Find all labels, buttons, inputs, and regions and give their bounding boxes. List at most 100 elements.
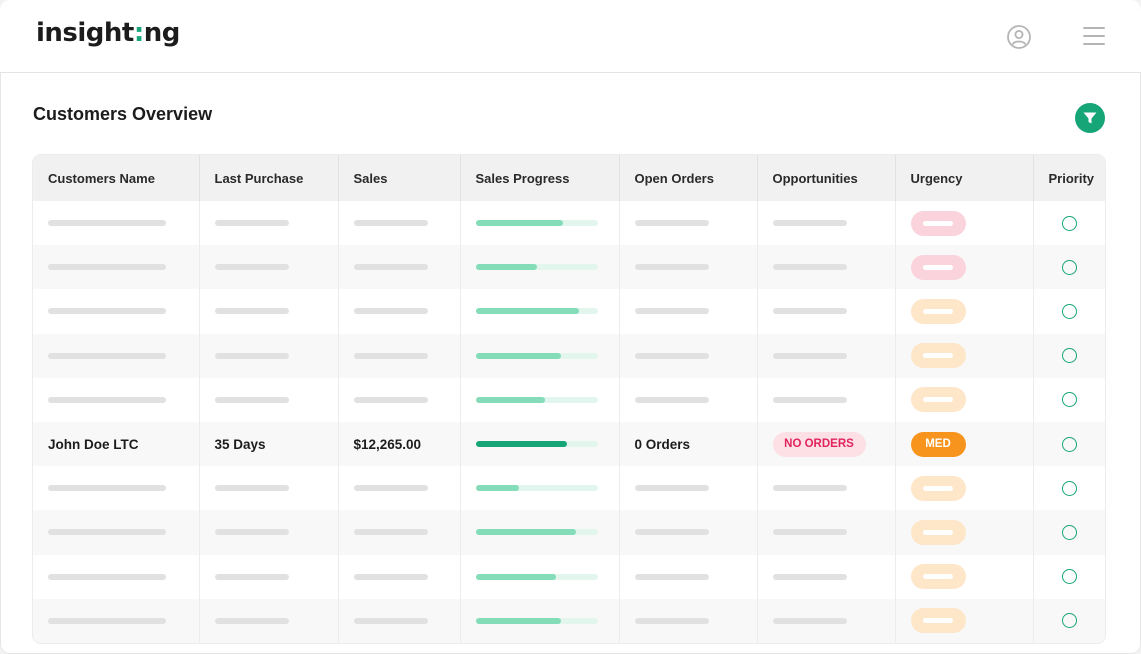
last-purchase-cell — [199, 598, 339, 643]
priority-cell — [1033, 466, 1105, 511]
sales-cell — [338, 333, 461, 378]
priority-radio[interactable] — [1061, 569, 1077, 585]
placeholder-bar — [353, 573, 428, 580]
placeholder-bar — [214, 308, 289, 315]
placeholder-bar — [634, 220, 709, 227]
table-row[interactable]: John Doe LTC 35 Days $12,265.00 0 Orders NO … — [33, 421, 1105, 467]
urgency-pill — [910, 343, 966, 369]
customer-name-cell — [33, 377, 200, 422]
logo-suffix: ng — [143, 18, 181, 48]
placeholder-bar — [634, 396, 709, 403]
open-orders-cell — [619, 245, 758, 290]
table-row[interactable] — [33, 598, 1105, 643]
table-row[interactable] — [33, 245, 1105, 290]
priority-radio[interactable] — [1061, 303, 1077, 319]
sales-progress-fill — [475, 441, 567, 448]
column-header[interactable]: Last Purchase — [199, 155, 339, 201]
placeholder-bar — [634, 485, 709, 492]
table-row[interactable] — [33, 289, 1105, 334]
table-row[interactable] — [33, 333, 1105, 378]
sales-progress-bar — [475, 308, 598, 315]
sales-progress-fill — [475, 352, 561, 359]
urgency-cell — [895, 201, 1034, 246]
user-circle-icon[interactable] — [1006, 24, 1032, 50]
placeholder-bar — [353, 352, 428, 359]
open-orders-cell — [619, 289, 758, 334]
sales-cell — [338, 289, 461, 334]
sales-progress-cell — [460, 201, 620, 246]
column-header[interactable]: Open Orders — [619, 155, 758, 201]
priority-cell — [1033, 598, 1105, 643]
last-purchase-cell-text: 35 Days — [214, 436, 266, 452]
table-row[interactable] — [33, 201, 1105, 246]
filter-button[interactable] — [1075, 103, 1105, 133]
priority-cell — [1033, 333, 1105, 378]
sales-progress-fill — [475, 220, 564, 227]
opportunities-cell — [757, 510, 896, 555]
table-row[interactable] — [33, 466, 1105, 511]
priority-radio[interactable] — [1061, 259, 1077, 275]
priority-radio[interactable] — [1061, 436, 1077, 452]
column-header[interactable]: Priority — [1033, 155, 1105, 201]
last-purchase-cell — [199, 554, 339, 599]
open-orders-cell: 0 Orders — [619, 421, 758, 467]
last-purchase-cell — [199, 466, 339, 511]
placeholder-bar — [923, 529, 953, 535]
customer-name-cell — [33, 201, 200, 246]
opportunities-cell — [757, 201, 896, 246]
sales-progress-bar — [475, 220, 598, 227]
placeholder-bar — [48, 352, 166, 359]
column-header[interactable]: Urgency — [895, 155, 1034, 201]
sales-progress-cell — [460, 333, 620, 378]
urgency-pill — [910, 475, 966, 501]
sales-progress-fill — [475, 617, 561, 624]
customer-name-cell — [33, 333, 200, 378]
placeholder-bar — [353, 220, 428, 227]
column-header[interactable]: Sales — [338, 155, 461, 201]
opportunities-cell — [757, 466, 896, 511]
opportunities-cell — [757, 333, 896, 378]
sales-progress-fill — [475, 264, 537, 271]
sales-progress-bar — [475, 485, 598, 492]
urgency-pill — [910, 519, 966, 545]
priority-radio[interactable] — [1061, 215, 1077, 231]
table-row[interactable] — [33, 554, 1105, 599]
sales-progress-bar — [475, 396, 598, 403]
priority-radio[interactable] — [1061, 613, 1077, 629]
placeholder-bar — [214, 617, 289, 624]
hamburger-menu-icon[interactable] — [1082, 25, 1106, 47]
sales-cell — [338, 201, 461, 246]
placeholder-bar — [772, 352, 847, 359]
priority-cell — [1033, 510, 1105, 555]
sales-progress-bar — [475, 573, 598, 580]
opportunities-cell: NO ORDERS — [757, 421, 896, 467]
urgency-pill — [910, 387, 966, 413]
last-purchase-cell — [199, 377, 339, 422]
table-row[interactable] — [33, 377, 1105, 422]
logo-prefix: insight — [36, 18, 134, 48]
priority-radio[interactable] — [1061, 524, 1077, 540]
placeholder-bar — [48, 308, 166, 315]
placeholder-bar — [214, 220, 289, 227]
column-header[interactable]: Opportunities — [757, 155, 896, 201]
column-header[interactable]: Sales Progress — [460, 155, 620, 201]
sales-cell — [338, 377, 461, 422]
table-row[interactable] — [33, 510, 1105, 555]
placeholder-bar — [214, 485, 289, 492]
sales-progress-cell — [460, 466, 620, 511]
placeholder-bar — [923, 220, 953, 226]
open-orders-cell — [619, 201, 758, 246]
priority-radio[interactable] — [1061, 348, 1077, 364]
column-header[interactable]: Customers Name — [33, 155, 200, 201]
priority-radio[interactable] — [1061, 480, 1077, 496]
placeholder-bar — [48, 396, 166, 403]
urgency-cell — [895, 245, 1034, 290]
priority-radio[interactable] — [1061, 392, 1077, 408]
urgency-pill — [910, 254, 966, 280]
open-orders-cell — [619, 554, 758, 599]
sales-cell — [338, 245, 461, 290]
urgency-cell — [895, 510, 1034, 555]
sales-progress-fill — [475, 529, 576, 536]
placeholder-bar — [214, 396, 289, 403]
sales-progress-bar — [475, 441, 598, 448]
